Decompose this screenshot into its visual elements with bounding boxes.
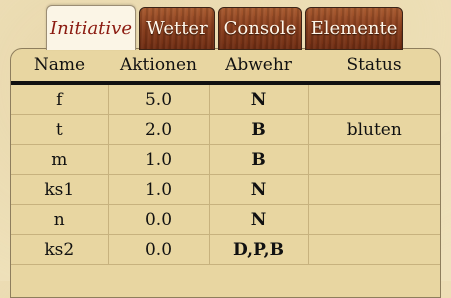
cell-status: bluten <box>308 114 440 145</box>
cell-name: n <box>11 204 109 235</box>
cell-aktionen: 2.0 <box>108 114 210 145</box>
cell-aktionen: 5.0 <box>108 83 210 115</box>
table-row[interactable]: ks1 1.0 N <box>11 174 440 205</box>
cell-name: ks2 <box>11 234 109 265</box>
tab-wetter[interactable]: Wetter <box>139 7 215 50</box>
cell-abwehr: B <box>209 114 309 145</box>
cell-abwehr: B <box>209 144 309 175</box>
initiative-panel: Name Aktionen Abwehr Status f 5.0 N t 2.… <box>10 48 441 298</box>
tab-elemente[interactable]: Elemente <box>305 7 403 50</box>
cell-aktionen: 0.0 <box>108 204 210 235</box>
cell-name: t <box>11 114 109 145</box>
table-row[interactable]: t 2.0 B bluten <box>11 114 440 145</box>
tab-console[interactable]: Console <box>218 7 302 50</box>
column-header-aktionen[interactable]: Aktionen <box>108 49 209 85</box>
table-row[interactable]: m 1.0 B <box>11 144 440 175</box>
table-row[interactable]: f 5.0 N <box>11 83 440 115</box>
cell-status <box>308 174 440 205</box>
cell-name: f <box>11 83 109 115</box>
tab-bar: Initiative Wetter Console Elemente <box>46 5 403 50</box>
cell-status <box>308 204 440 235</box>
cell-name: m <box>11 144 109 175</box>
cell-aktionen: 1.0 <box>108 144 210 175</box>
initiative-table: Name Aktionen Abwehr Status f 5.0 N t 2.… <box>11 49 440 265</box>
cell-abwehr: N <box>209 83 309 115</box>
cell-status <box>308 234 440 265</box>
cell-name: ks1 <box>11 174 109 205</box>
cell-aktionen: 1.0 <box>108 174 210 205</box>
table-row[interactable]: ks2 0.0 D,P,B <box>11 234 440 265</box>
cell-abwehr: N <box>209 174 309 205</box>
cell-abwehr: N <box>209 204 309 235</box>
cell-status <box>308 144 440 175</box>
table-row[interactable]: n 0.0 N <box>11 204 440 235</box>
column-header-status[interactable]: Status <box>308 49 440 85</box>
table-header-row: Name Aktionen Abwehr Status <box>11 49 440 85</box>
column-header-abwehr[interactable]: Abwehr <box>209 49 308 85</box>
cell-status <box>308 83 440 115</box>
cell-abwehr: D,P,B <box>209 234 309 265</box>
column-header-name[interactable]: Name <box>11 49 108 85</box>
tab-initiative[interactable]: Initiative <box>46 5 136 50</box>
cell-aktionen: 0.0 <box>108 234 210 265</box>
